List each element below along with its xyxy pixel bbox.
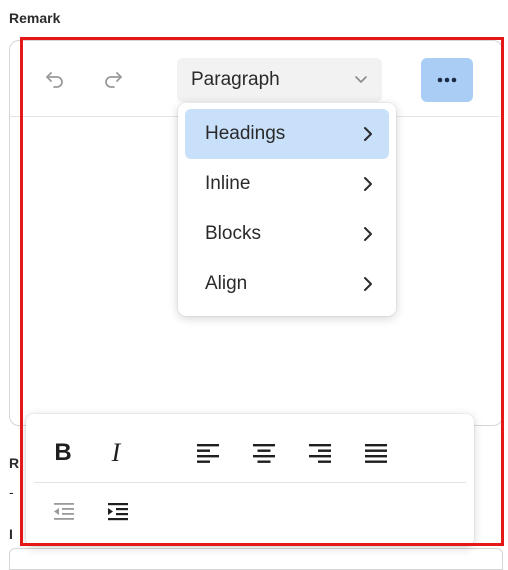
menu-item-label: Blocks (205, 223, 261, 244)
more-button[interactable] (421, 58, 473, 102)
align-right-icon (309, 444, 331, 463)
chevron-right-icon (364, 127, 372, 141)
align-left-button[interactable] (190, 435, 226, 471)
hidden-label-i: I (9, 526, 13, 542)
chevron-down-icon (355, 76, 367, 83)
outdent-button[interactable] (46, 494, 82, 530)
next-field-input[interactable] (9, 548, 503, 570)
italic-button[interactable]: I (98, 435, 134, 471)
align-center-icon (253, 444, 275, 463)
chevron-right-icon (364, 277, 372, 291)
field-label: Remark (9, 10, 61, 26)
align-left-icon (197, 444, 219, 463)
more-menu: Headings Inline Blocks Align (178, 103, 396, 316)
more-horizontal-icon (437, 77, 457, 83)
block-format-select[interactable]: Paragraph (177, 58, 382, 102)
menu-item-align[interactable]: Align (185, 259, 389, 309)
indent-icon (108, 503, 128, 521)
outdent-icon (54, 503, 74, 520)
formatting-toolbar: B I (26, 414, 474, 546)
align-center-button[interactable] (246, 435, 282, 471)
undo-button[interactable] (38, 63, 72, 97)
menu-item-headings[interactable]: Headings (185, 109, 389, 159)
block-format-value: Paragraph (191, 69, 280, 90)
chevron-right-icon (364, 227, 372, 241)
menu-item-blocks[interactable]: Blocks (185, 209, 389, 259)
menu-item-label: Headings (205, 123, 286, 144)
toolbar-row-divider (34, 482, 466, 483)
menu-item-inline[interactable]: Inline (185, 159, 389, 209)
undo-icon (46, 72, 63, 88)
hidden-label-dash: - (9, 484, 14, 500)
indent-button[interactable] (100, 494, 136, 530)
redo-button[interactable] (96, 63, 130, 97)
hidden-label-r: R (9, 455, 20, 471)
bold-label: B (54, 439, 72, 466)
align-justify-button[interactable] (358, 435, 394, 471)
menu-item-label: Inline (205, 173, 251, 194)
menu-item-label: Align (205, 273, 248, 294)
align-right-button[interactable] (302, 435, 338, 471)
chevron-right-icon (364, 177, 372, 191)
italic-label: I (111, 438, 121, 467)
align-justify-icon (365, 444, 387, 463)
redo-icon (105, 72, 122, 88)
bold-button[interactable]: B (45, 435, 81, 471)
